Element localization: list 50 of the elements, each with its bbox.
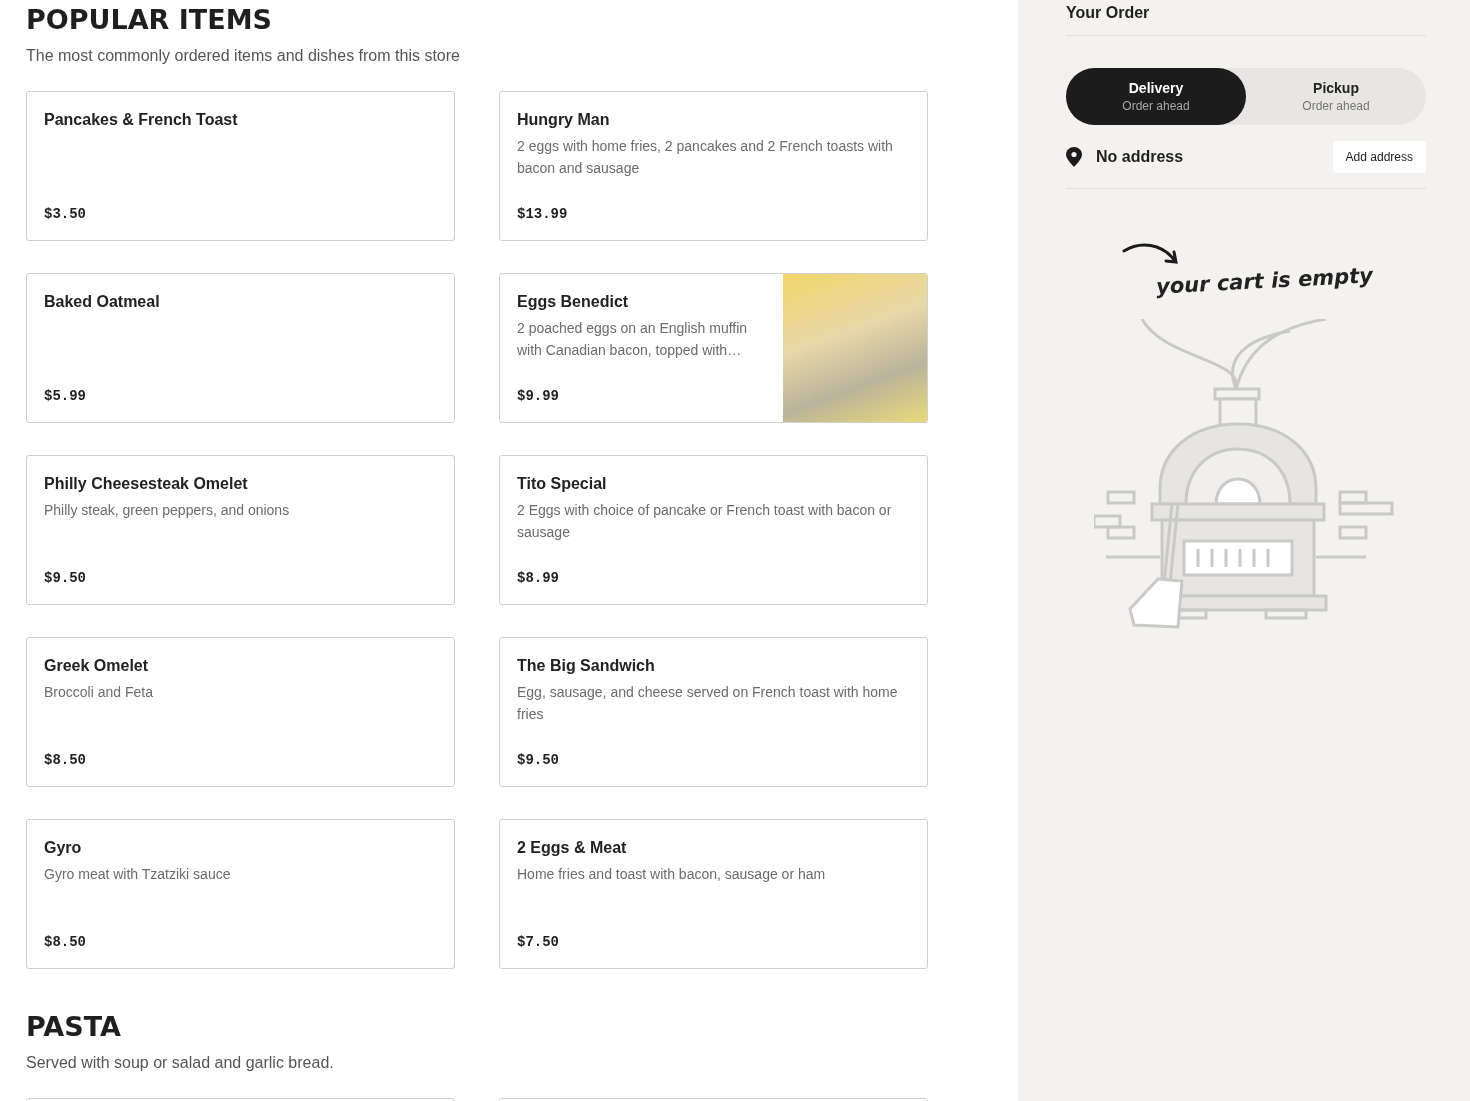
item-name: Philly Cheesesteak Omelet [44, 475, 248, 493]
item-name: Hungry Man [517, 111, 610, 129]
item-price: $13.99 [517, 206, 568, 222]
menu-item-card[interactable]: Greek Omelet Broccoli and Feta $8.50 [26, 637, 455, 787]
menu-item-card[interactable]: Pancakes & French Toast $3.50 [26, 91, 455, 241]
section-heading: PASTA [26, 1011, 121, 1042]
section-subtitle: Served with soup or salad and garlic bread. [26, 1054, 334, 1072]
item-price: $8.99 [517, 570, 559, 586]
order-title: Your Order [1066, 4, 1150, 22]
item-name: Gyro [44, 839, 82, 857]
menu-item-card[interactable]: The Big Sandwich Egg, sausage, and cheese served on French toast with home fries $9.50 [499, 637, 928, 787]
item-name: Pancakes & French Toast [44, 111, 238, 129]
item-name: The Big Sandwich [517, 657, 655, 675]
item-description: Philly steak, green peppers, and onions [44, 501, 290, 520]
item-description: Broccoli and Feta [44, 683, 153, 702]
item-name: Baked Oatmeal [44, 293, 160, 311]
item-price: $8.50 [44, 752, 86, 768]
address-text: No address [1096, 148, 1184, 166]
item-name: Greek Omelet [44, 657, 149, 675]
item-price: $9.99 [517, 388, 559, 404]
item-name: Tito Special [517, 475, 607, 493]
item-price: $7.50 [517, 934, 559, 950]
item-description: 2 eggs with home fries, 2 pancakes and 2 French toasts with bacon and sausage [517, 137, 894, 178]
item-description: 2 Eggs with choice of pancake or French toast with bacon or sausage [517, 501, 893, 542]
curved-arrow-icon [1122, 241, 1180, 267]
item-description: Home fries and toast with bacon, sausage or ham [517, 865, 826, 884]
item-description: Gyro meat with Tzatziki sauce [44, 865, 231, 884]
section-heading: POPULAR ITEMS [26, 4, 272, 35]
add-address-button[interactable]: Add address [1332, 141, 1426, 173]
item-description: 2 poached eggs on an English muffin with Canadian bacon, topped with… [517, 319, 749, 360]
item-description: Egg, sausage, and cheese served on French toast with home fries [517, 683, 899, 724]
fulfillment-option[interactable]: Pickup Order ahead [1246, 68, 1426, 125]
menu-item-card[interactable]: Tito Special 2 Eggs with choice of pancake or French toast with bacon or sausage $8.99 [499, 455, 928, 605]
item-price: $5.99 [44, 388, 86, 404]
item-price: $9.50 [517, 752, 559, 768]
menu-item-card[interactable]: Philly Cheesesteak Omelet Philly steak, green peppers, and onions $9.50 [26, 455, 455, 605]
item-name: 2 Eggs & Meat [517, 839, 627, 857]
fulfillment-option[interactable]: Delivery Order ahead [1066, 68, 1246, 125]
menu-item-card[interactable]: Gyro Gyro meat with Tzatziki sauce $8.50 [26, 819, 455, 969]
item-name: Eggs Benedict [517, 293, 629, 311]
empty-cart-message: your cart is empty [1155, 263, 1374, 299]
menu-item-card[interactable]: 2 Eggs & Meat Home fries and toast with bacon, sausage or ham $7.50 [499, 819, 928, 969]
item-price: $9.50 [44, 570, 86, 586]
item-price: $8.50 [44, 934, 86, 950]
section-subtitle: The most commonly ordered items and dishes from this store [26, 47, 460, 65]
menu-item-card[interactable]: Baked Oatmeal $5.99 [26, 273, 455, 423]
menu-item-card[interactable]: Hungry Man 2 eggs with home fries, 2 pancakes and 2 French toasts with bacon and sausage $13.99 [499, 91, 928, 241]
menu-item-card[interactable]: Eggs Benedict 2 poached eggs on an English muffin with Canadian bacon, topped with… $9.99 [499, 273, 928, 423]
location-pin-icon [1066, 147, 1082, 167]
item-price: $3.50 [44, 206, 86, 222]
